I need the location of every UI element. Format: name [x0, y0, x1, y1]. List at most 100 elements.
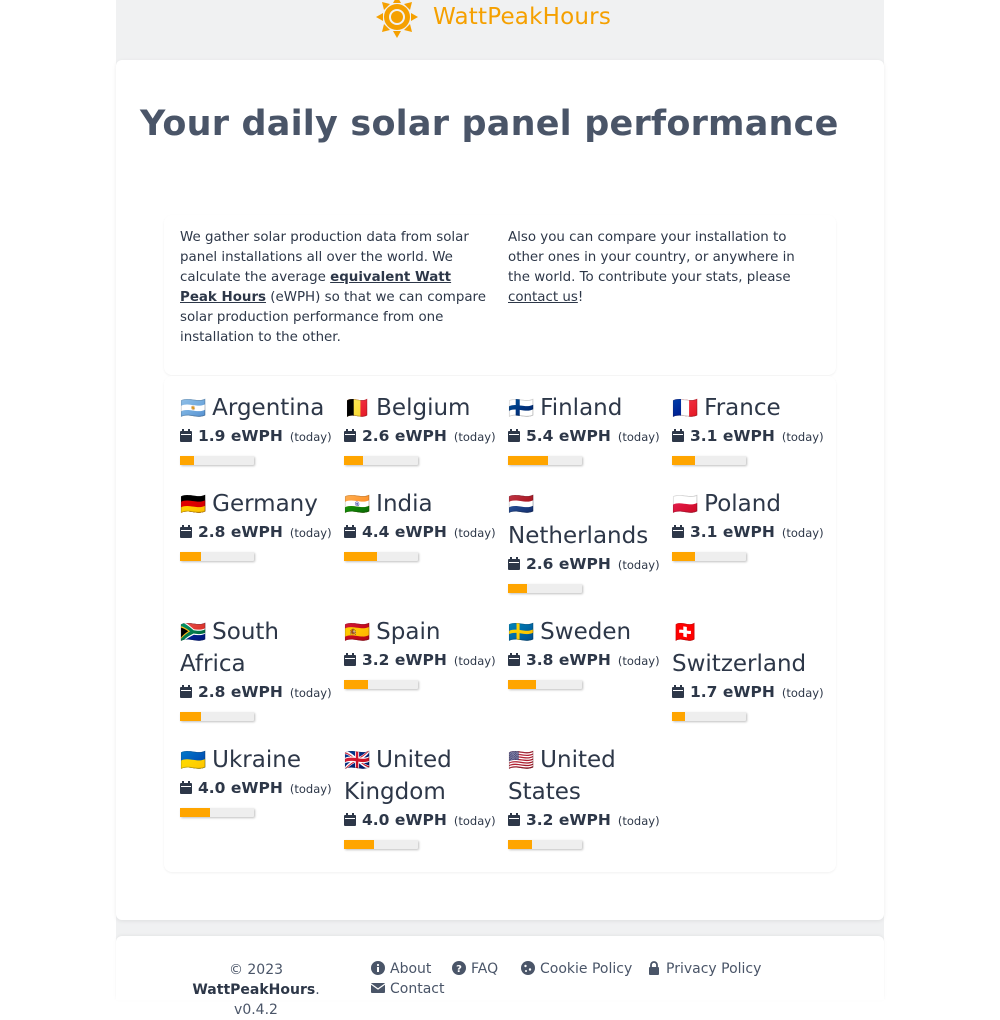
- footer-link-label: Contact: [390, 981, 445, 997]
- flag-icon: 🇿🇦: [180, 620, 207, 644]
- copyright-brand: WattPeakHours: [192, 982, 316, 998]
- calendar-icon: [508, 557, 520, 570]
- performance-bar: [180, 456, 254, 465]
- info-icon: [371, 961, 385, 975]
- performance-bar-fill: [508, 456, 548, 465]
- flag-icon: 🇦🇷: [180, 396, 207, 420]
- intro-panel: We gather solar production data from sol…: [164, 215, 836, 375]
- country-card[interactable]: 🇪🇸 Spain 3.2 eWPH (today): [344, 616, 500, 689]
- footer-link-privacy[interactable]: Privacy Policy: [647, 961, 761, 977]
- today-label: (today): [289, 782, 332, 796]
- country-stat: 3.2 eWPH (today): [344, 648, 500, 672]
- sun-icon[interactable]: [374, 0, 420, 40]
- flag-icon: 🇧🇪: [344, 396, 371, 420]
- performance-bar: [344, 456, 418, 465]
- country-stat: 3.8 eWPH (today): [508, 648, 664, 672]
- country-name[interactable]: 🇸🇪 Sweden: [508, 616, 664, 648]
- country-name[interactable]: 🇵🇱 Poland: [672, 488, 828, 520]
- country-name[interactable]: 🇳🇱 Netherlands: [508, 488, 664, 552]
- country-card[interactable]: 🇩🇪 Germany 2.8 eWPH (today): [180, 488, 336, 561]
- calendar-icon: [508, 813, 520, 826]
- country-card[interactable]: 🇦🇷 Argentina 1.9 eWPH (today): [180, 392, 336, 465]
- country-label: India: [376, 491, 433, 517]
- performance-bar-fill: [508, 584, 527, 593]
- country-card[interactable]: 🇧🇪 Belgium 2.6 eWPH (today): [344, 392, 500, 465]
- country-card[interactable]: 🇿🇦 South Africa 2.8 eWPH (today): [180, 616, 336, 721]
- performance-bar: [508, 680, 582, 689]
- calendar-icon: [344, 525, 356, 538]
- performance-bar: [180, 712, 254, 721]
- calendar-icon: [672, 429, 684, 442]
- country-name[interactable]: 🇪🇸 Spain: [344, 616, 500, 648]
- country-name[interactable]: 🇿🇦 South Africa: [180, 616, 336, 680]
- country-name[interactable]: 🇬🇧 United Kingdom: [344, 744, 500, 808]
- footer-link-label: Privacy Policy: [666, 961, 762, 977]
- calendar-icon: [344, 653, 356, 666]
- country-card[interactable]: 🇳🇱 Netherlands 2.6 eWPH (today): [508, 488, 664, 593]
- flag-icon: 🇺🇦: [180, 748, 207, 772]
- country-label: Poland: [704, 491, 781, 517]
- footer-link-contact[interactable]: Contact: [371, 981, 444, 997]
- country-card[interactable]: 🇸🇪 Sweden 3.8 eWPH (today): [508, 616, 664, 689]
- flag-icon: 🇸🇪: [508, 620, 535, 644]
- country-name[interactable]: 🇫🇮 Finland: [508, 392, 664, 424]
- ewph-value: 2.8 eWPH: [198, 683, 283, 701]
- lock-icon: [649, 961, 659, 975]
- header: WattPeakHours: [116, 0, 884, 60]
- performance-bar-fill: [180, 712, 201, 721]
- country-grid: 🇦🇷 Argentina 1.9 eWPH (today) 🇧🇪 Belgium 2.6 …: [164, 376, 836, 872]
- copyright-text: .: [315, 982, 320, 998]
- ewph-value: 2.8 eWPH: [198, 523, 283, 541]
- flag-icon: 🇳🇱: [508, 492, 535, 516]
- calendar-icon: [672, 525, 684, 538]
- performance-bar-fill: [344, 840, 374, 849]
- country-name[interactable]: 🇧🇪 Belgium: [344, 392, 500, 424]
- brand-name[interactable]: WattPeakHours: [433, 4, 611, 30]
- footer-link-faq[interactable]: ? FAQ: [452, 961, 498, 977]
- contact-us-link[interactable]: contact us: [508, 290, 578, 305]
- country-card[interactable]: 🇨🇭 Switzerland 1.7 eWPH (today): [672, 616, 828, 721]
- country-card[interactable]: 🇫🇮 Finland 5.4 eWPH (today): [508, 392, 664, 465]
- footer-link-cookie[interactable]: Cookie Policy: [521, 961, 632, 977]
- country-card[interactable]: 🇵🇱 Poland 3.1 eWPH (today): [672, 488, 828, 561]
- intro-paragraph-1: We gather solar production data from sol…: [180, 228, 492, 348]
- question-icon: ?: [452, 961, 466, 975]
- ewph-value: 1.7 eWPH: [690, 683, 775, 701]
- country-name[interactable]: 🇩🇪 Germany: [180, 488, 336, 520]
- footer-link-label: About: [390, 961, 432, 977]
- calendar-icon: [180, 685, 192, 698]
- footer-link-about[interactable]: About: [371, 961, 431, 977]
- flag-icon: 🇬🇧: [344, 748, 371, 772]
- country-label: Finland: [540, 395, 623, 421]
- country-name[interactable]: 🇦🇷 Argentina: [180, 392, 336, 424]
- country-stat: 3.2 eWPH (today): [508, 808, 664, 832]
- country-label: Spain: [376, 619, 441, 645]
- performance-bar: [344, 840, 418, 849]
- country-stat: 2.8 eWPH (today): [180, 680, 336, 704]
- country-name[interactable]: 🇮🇳 India: [344, 488, 500, 520]
- country-card[interactable]: 🇫🇷 France 3.1 eWPH (today): [672, 392, 828, 465]
- country-card[interactable]: 🇬🇧 United Kingdom 4.0 eWPH (today): [344, 744, 500, 849]
- country-card[interactable]: 🇮🇳 India 4.4 eWPH (today): [344, 488, 500, 561]
- country-name[interactable]: 🇺🇸 United States: [508, 744, 664, 808]
- country-label: Germany: [212, 491, 318, 517]
- calendar-icon: [508, 653, 520, 666]
- today-label: (today): [617, 430, 660, 444]
- svg-text:?: ?: [456, 964, 462, 975]
- calendar-icon: [180, 781, 192, 794]
- calendar-icon: [344, 813, 356, 826]
- country-card[interactable]: 🇺🇦 Ukraine 4.0 eWPH (today): [180, 744, 336, 817]
- ewph-value: 3.1 eWPH: [690, 523, 775, 541]
- country-name[interactable]: 🇺🇦 Ukraine: [180, 744, 336, 776]
- flag-icon: 🇫🇷: [672, 396, 699, 420]
- performance-bar-fill: [508, 840, 532, 849]
- country-name[interactable]: 🇨🇭 Switzerland: [672, 616, 828, 680]
- country-card[interactable]: 🇺🇸 United States 3.2 eWPH (today): [508, 744, 664, 849]
- ewph-value: 3.2 eWPH: [526, 811, 611, 829]
- today-label: (today): [289, 430, 332, 444]
- footer: © 2023 WattPeakHours. v0.4.2 About ? FAQ …: [116, 936, 884, 1018]
- country-name[interactable]: 🇫🇷 France: [672, 392, 828, 424]
- calendar-icon: [508, 429, 520, 442]
- intro-paragraph-2: Also you can compare your installation t…: [508, 228, 808, 308]
- calendar-icon: [344, 429, 356, 442]
